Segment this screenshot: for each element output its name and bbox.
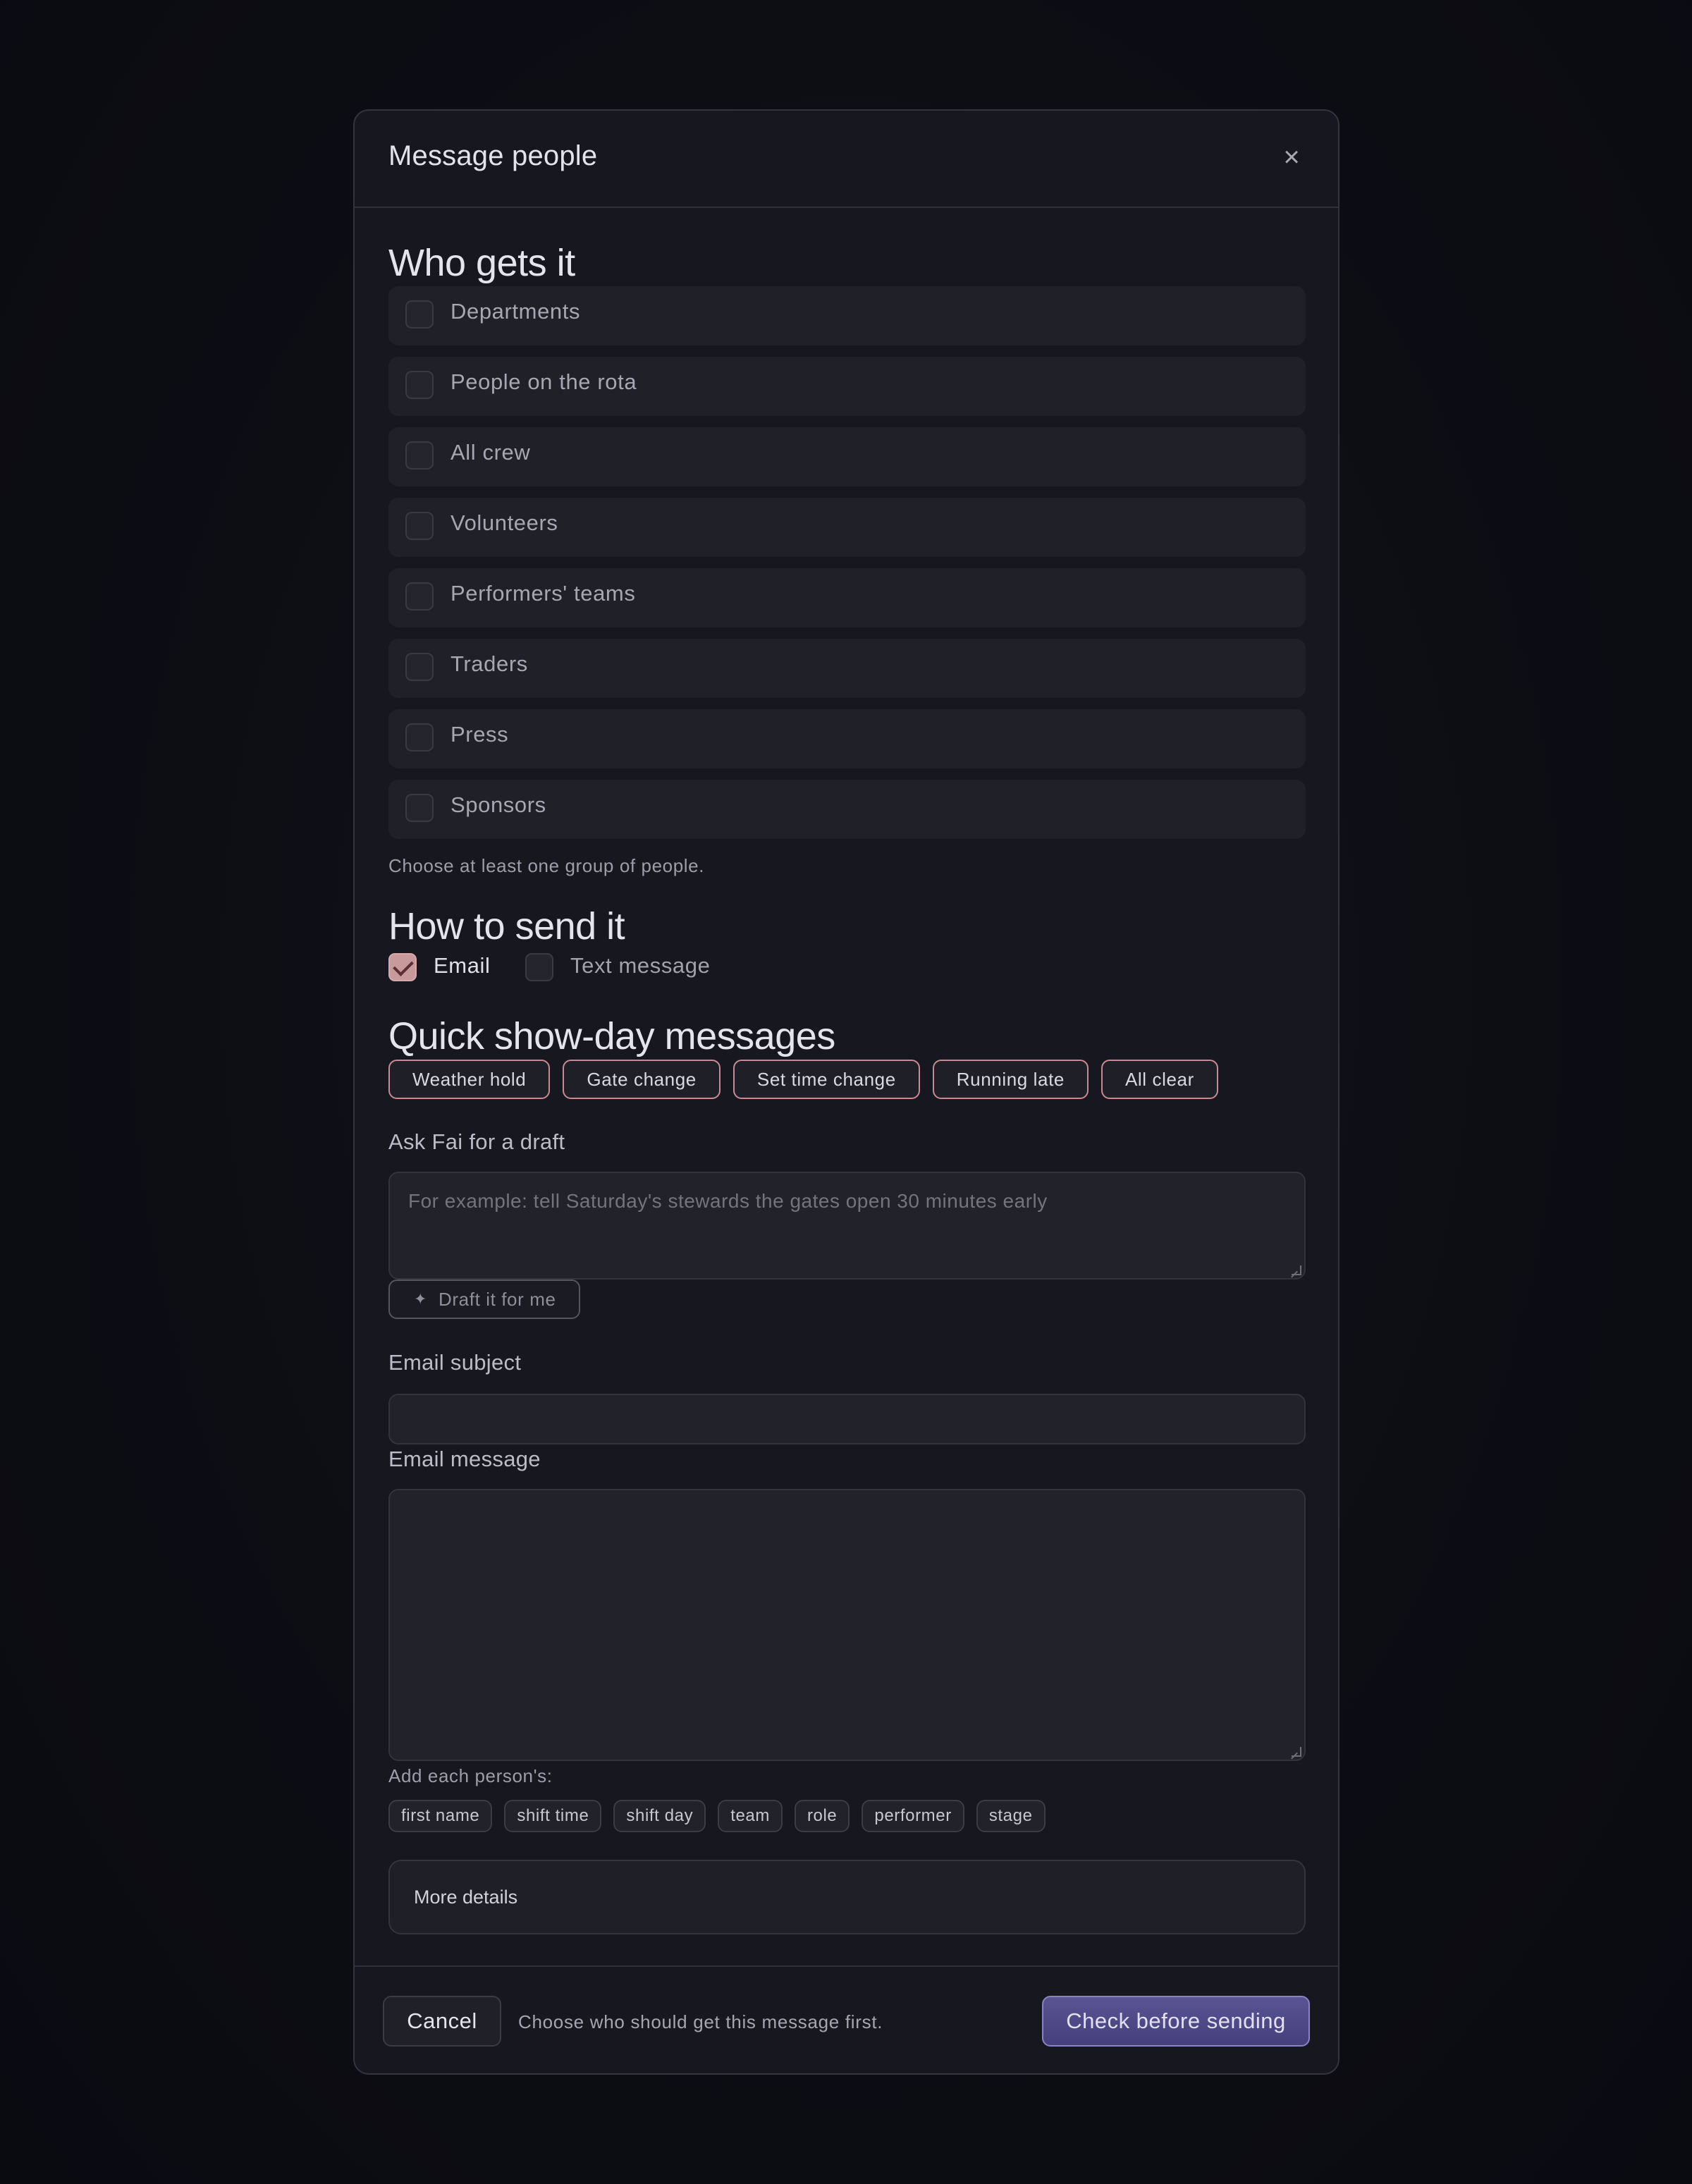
token-shift-day[interactable]: shift day	[613, 1800, 706, 1832]
checkbox[interactable]	[405, 300, 434, 329]
checkbox[interactable]	[405, 723, 434, 751]
email-checkbox[interactable]	[388, 953, 417, 981]
email-message-textarea[interactable]	[388, 1489, 1306, 1761]
recipient-group-sponsors[interactable]: Sponsors	[388, 780, 1306, 839]
recipient-group-rota[interactable]: People on the rota	[388, 357, 1306, 416]
recipient-group-label: Performers' teams	[450, 581, 636, 606]
quick-chip-weather-hold[interactable]: Weather hold	[388, 1060, 551, 1099]
quick-chip-set-time-change[interactable]: Set time change	[732, 1060, 920, 1099]
recipient-group-departments[interactable]: Departments	[388, 286, 1306, 345]
quick-chip-gate-change[interactable]: Gate change	[563, 1060, 721, 1099]
recipient-group-label: Press	[450, 722, 509, 747]
recipient-group-press[interactable]: Press	[388, 709, 1306, 768]
resize-grip-icon[interactable]	[1292, 1747, 1301, 1757]
recipient-group-all-crew[interactable]: All crew	[388, 427, 1306, 486]
more-details-label: More details	[414, 1886, 518, 1908]
quick-chip-all-clear[interactable]: All clear	[1101, 1060, 1218, 1099]
checkbox[interactable]	[405, 794, 434, 822]
more-details-expander[interactable]: More details	[388, 1860, 1306, 1934]
recipient-group-label: Departments	[450, 299, 581, 324]
personalize-tokens: first name shift time shift day team rol…	[388, 1800, 1046, 1832]
sparkle-icon: ✦	[414, 1290, 428, 1308]
email-subject-input[interactable]	[388, 1394, 1306, 1444]
dialog-header: Message people ×	[355, 111, 1338, 208]
recipient-group-label: Volunteers	[450, 510, 558, 535]
recipient-group-label: People on the rota	[450, 369, 637, 394]
dialog-footer: Cancel Choose who should get this messag…	[355, 1965, 1338, 2073]
draft-prompt-textarea[interactable]: For example: tell Saturday's stewards th…	[388, 1172, 1306, 1280]
token-stage[interactable]: stage	[976, 1800, 1046, 1832]
recipient-group-label: Sponsors	[450, 792, 546, 817]
email-subject-label: Email subject	[388, 1350, 522, 1375]
recipient-group-label: Traders	[450, 651, 528, 676]
personalize-label: Add each person's:	[388, 1765, 553, 1786]
recipient-group-performers-teams[interactable]: Performers' teams	[388, 568, 1306, 627]
draft-label: Ask Fai for a draft	[388, 1129, 565, 1154]
email-channel-label[interactable]: Email	[434, 953, 491, 978]
dialog-title: Message people	[388, 140, 598, 171]
resize-grip-icon[interactable]	[1292, 1265, 1301, 1275]
draft-prompt-placeholder: For example: tell Saturday's stewards th…	[408, 1190, 1048, 1212]
recipient-group-traders[interactable]: Traders	[388, 639, 1306, 698]
quick-message-chips: Weather hold Gate change Set time change…	[388, 1060, 1218, 1099]
quick-chip-running-late[interactable]: Running late	[932, 1060, 1089, 1099]
checkbox[interactable]	[405, 371, 434, 399]
checkbox[interactable]	[405, 441, 434, 470]
checkbox[interactable]	[405, 653, 434, 681]
recipient-group-volunteers[interactable]: Volunteers	[388, 498, 1306, 557]
token-role[interactable]: role	[794, 1800, 850, 1832]
footer-hint: Choose who should get this message first…	[518, 2011, 883, 2032]
close-icon[interactable]: ×	[1276, 142, 1307, 173]
sms-channel-label[interactable]: Text message	[570, 953, 710, 978]
token-shift-time[interactable]: shift time	[504, 1800, 602, 1832]
check-before-sending-button[interactable]: Check before sending	[1042, 1996, 1310, 2047]
recipients-title: Who gets it	[388, 242, 575, 284]
channels-title: How to send it	[388, 905, 625, 947]
checkbox[interactable]	[405, 512, 434, 540]
draft-it-button[interactable]: ✦ Draft it for me	[388, 1280, 580, 1319]
checkbox[interactable]	[405, 582, 434, 611]
token-first-name[interactable]: first name	[388, 1800, 493, 1832]
token-team[interactable]: team	[718, 1800, 783, 1832]
sms-checkbox[interactable]	[525, 953, 553, 981]
draft-button-label: Draft it for me	[439, 1288, 556, 1310]
cancel-button[interactable]: Cancel	[383, 1996, 501, 2047]
token-performer[interactable]: performer	[862, 1800, 964, 1832]
quick-messages-title: Quick show-day messages	[388, 1015, 835, 1057]
email-message-label: Email message	[388, 1447, 541, 1471]
message-people-dialog: Message people × Who gets it Departments…	[353, 109, 1340, 2075]
recipient-group-label: All crew	[450, 440, 531, 465]
recipients-hint: Choose at least one group of people.	[388, 855, 705, 876]
